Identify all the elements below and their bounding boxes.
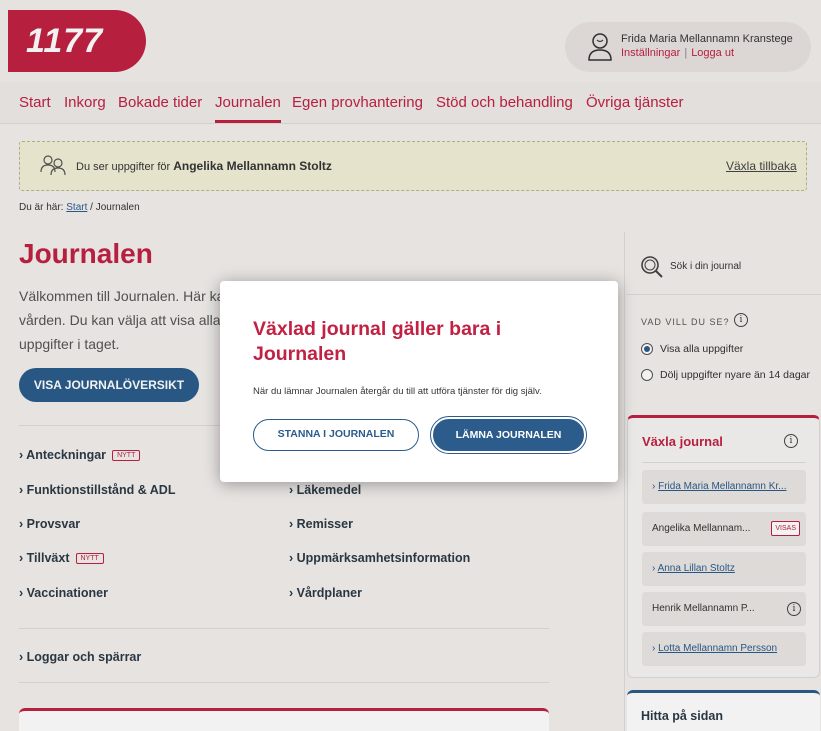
- switch-journal-dialog: Växlad journal gäller bara i Journalen N…: [220, 281, 618, 482]
- leave-journal-button[interactable]: LÄMNA JOURNALEN: [430, 416, 587, 454]
- stay-in-journal-button[interactable]: STANNA I JOURNALEN: [253, 419, 419, 451]
- dialog-title: Växlad journal gäller bara i Journalen: [253, 318, 502, 365]
- dialog-text: När du lämnar Journalen återgår du till …: [253, 386, 542, 397]
